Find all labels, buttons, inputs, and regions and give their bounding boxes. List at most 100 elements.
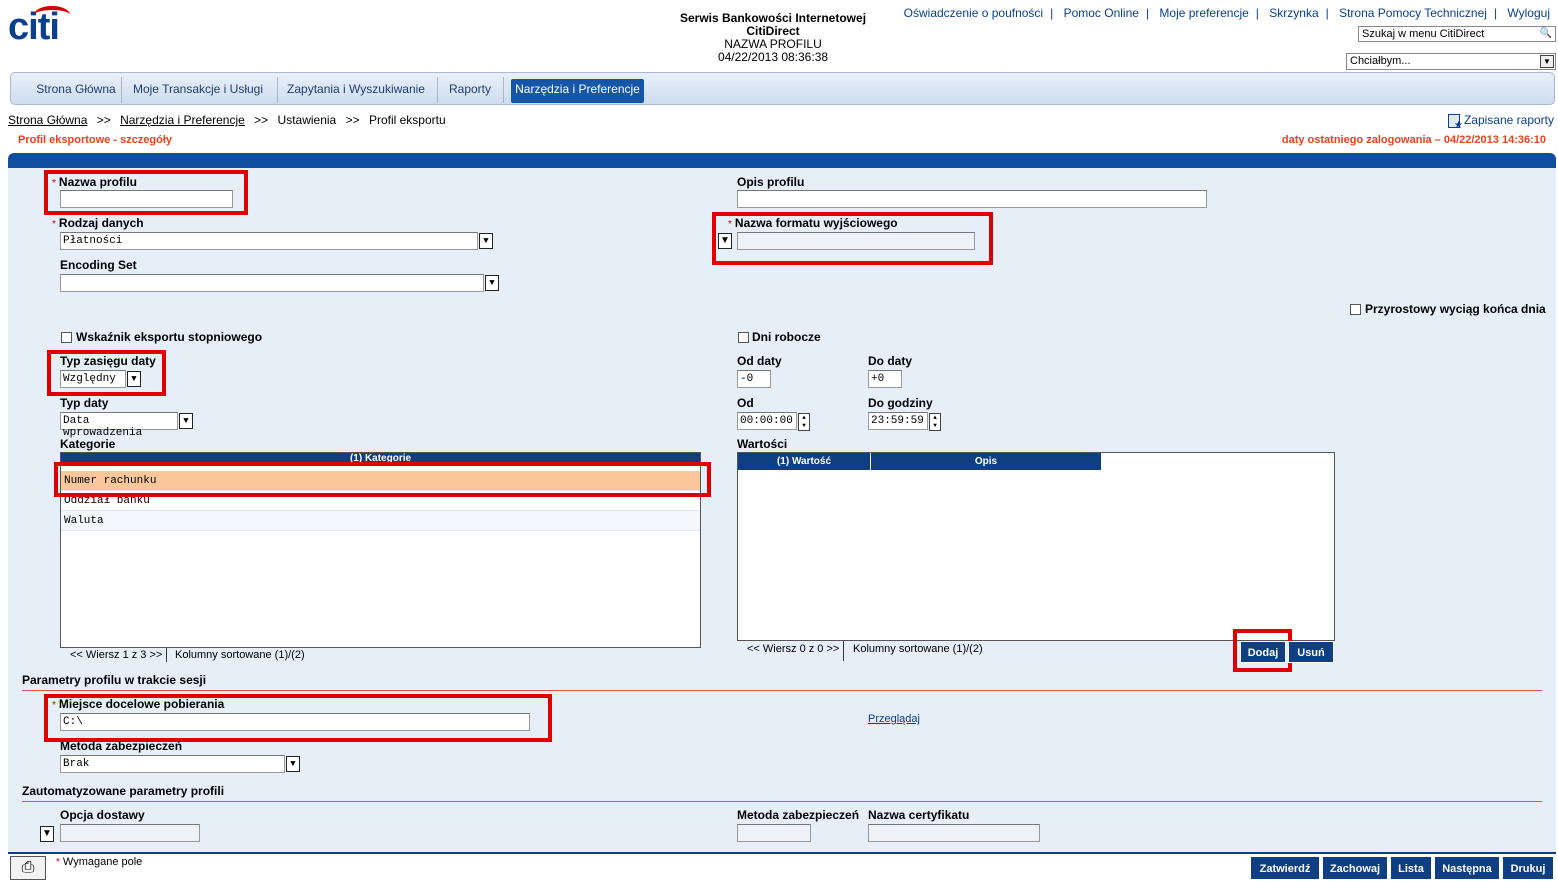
remove-button[interactable]: Usuń xyxy=(1288,641,1334,663)
chevron-down-icon[interactable]: ▼ xyxy=(179,413,193,429)
to-time-label: Do godziny xyxy=(868,396,933,410)
submit-button[interactable]: Zatwierdź xyxy=(1250,856,1320,880)
data-type-label: * Rodzaj danych xyxy=(52,216,144,230)
tab-transactions[interactable]: Moje Transakcje i Usługi xyxy=(125,79,271,103)
categories-pager[interactable]: << Wiersz 1 z 3 >> xyxy=(70,649,162,661)
to-date-input[interactable]: +0 xyxy=(868,370,902,388)
breadcrumb-tools[interactable]: Narzędzia i Preferencje xyxy=(120,113,245,127)
spinner-icon[interactable]: ▲ ▼ xyxy=(929,413,941,431)
want-select[interactable]: Chciałbym... ▼ xyxy=(1346,53,1556,70)
search-icon[interactable]: 🔍 xyxy=(1540,28,1552,39)
profile-desc-label: Opis profilu xyxy=(737,175,805,189)
auto-security-label: Metoda zabezpieczeń xyxy=(737,808,860,822)
destination-label: * Miejsce docelowe pobierania xyxy=(52,697,224,711)
last-login: daty ostatniego zalogowania – 04/22/2013… xyxy=(1281,134,1546,146)
date-range-type-select[interactable]: Względny ▼ xyxy=(60,370,141,388)
link-logout[interactable]: Wyloguj xyxy=(1507,6,1550,20)
values-label: Wartości xyxy=(737,437,788,451)
section-header-bar xyxy=(8,153,1556,168)
saved-reports-link[interactable]: ★ Zapisane raporty xyxy=(1447,113,1554,131)
browse-link[interactable]: Przeglądaj xyxy=(868,713,920,725)
top-links: Oświadczenie o poufności | Pomoc Online | … xyxy=(903,6,1550,20)
values-column-desc[interactable]: Opis xyxy=(871,453,1101,470)
link-help[interactable]: Pomoc Online xyxy=(1064,6,1139,20)
required-mark: * xyxy=(52,178,56,189)
profile-desc-input[interactable] xyxy=(737,190,1207,208)
save-button[interactable]: Zachowaj xyxy=(1322,856,1388,880)
auto-security-input[interactable] xyxy=(737,824,811,842)
chevron-down-icon[interactable]: ▼ xyxy=(479,233,493,249)
encoding-select[interactable]: ▼ xyxy=(60,274,499,292)
date-range-type-label: Typ zasięgu daty xyxy=(60,354,156,368)
incremental-checkbox[interactable] xyxy=(1350,304,1361,315)
print-icon[interactable]: ⎙ xyxy=(10,856,46,880)
values-pager[interactable]: << Wiersz 0 z 0 >> xyxy=(747,643,839,655)
menu-search-input[interactable]: Szukaj w menu CitiDirect 🔍 xyxy=(1358,26,1556,42)
divider xyxy=(22,690,1542,691)
chevron-down-icon[interactable]: ▼ xyxy=(485,275,499,291)
tab-home[interactable]: Strona Główna xyxy=(21,79,131,103)
date-type-select[interactable]: Data wprowadzenia ▼ xyxy=(60,412,193,439)
session-security-select[interactable]: Brak ▼ xyxy=(60,755,300,773)
saved-reports-label: Zapisane raporty xyxy=(1463,113,1554,127)
list-button[interactable]: Lista xyxy=(1390,856,1432,880)
profile-name-label-text: Nazwa profilu xyxy=(58,175,137,189)
link-privacy[interactable]: Oświadczenie o poufności xyxy=(904,6,1043,20)
to-time-input[interactable]: 23:59:59 ▲ ▼ xyxy=(868,412,941,431)
required-mark: * xyxy=(52,219,56,230)
print-button[interactable]: Drukuj xyxy=(1502,856,1554,880)
table-row[interactable]: Waluta xyxy=(61,511,700,531)
spinner-icon[interactable]: ▲ ▼ xyxy=(798,413,810,431)
tab-tools-preferences[interactable]: Narzędzia i Preferencje xyxy=(511,79,644,103)
delivery-label: Opcja dostawy xyxy=(60,808,145,822)
tab-reports[interactable]: Raporty xyxy=(441,79,499,103)
output-format-label-text: Nazwa formatu wyjściowego xyxy=(734,216,898,230)
values-sorted: Kolumny sortowane (1)/(2) xyxy=(853,643,983,655)
values-grid: (1) Wartość Opis xyxy=(737,452,1335,641)
link-tech-support[interactable]: Strona Pomocy Technicznej xyxy=(1339,6,1487,20)
breadcrumb-export-profile: Profil eksportu xyxy=(368,113,446,127)
workdays-checkbox[interactable] xyxy=(738,332,749,343)
required-mark: * xyxy=(728,219,732,230)
categories-sorted: Kolumny sortowane (1)/(2) xyxy=(175,649,305,661)
search-placeholder: Szukaj w menu CitiDirect xyxy=(1362,28,1485,40)
destination-label-text: Miejsce docelowe pobierania xyxy=(58,697,225,711)
stage-export-checkbox[interactable] xyxy=(61,332,72,343)
required-note-text: Wymagane pole xyxy=(62,856,143,868)
chevron-down-icon[interactable]: ▼ xyxy=(1540,55,1554,68)
output-format-label: * Nazwa formatu wyjściowego xyxy=(728,216,898,230)
from-date-input[interactable]: -0 xyxy=(737,370,771,388)
link-inbox[interactable]: Skrzynka xyxy=(1269,6,1318,20)
chevron-down-icon[interactable]: ▼ xyxy=(718,233,732,249)
destination-input[interactable]: C:\ xyxy=(60,713,530,731)
required-mark: * xyxy=(56,857,60,868)
from-time-input[interactable]: 00:00:00 ▲ ▼ xyxy=(737,412,810,431)
output-format-input[interactable] xyxy=(737,232,975,250)
want-select-value: Chciałbym... xyxy=(1350,55,1411,67)
divider xyxy=(22,801,1542,802)
encoding-label: Encoding Set xyxy=(60,258,137,272)
to-time-value: 23:59:59 xyxy=(871,415,924,427)
breadcrumb-home[interactable]: Strona Główna xyxy=(8,113,87,127)
session-params-title: Parametry profilu w trakcie sesji xyxy=(22,673,207,687)
date-type-label: Typ daty xyxy=(60,396,109,410)
date-type-value: Data wprowadzenia xyxy=(63,415,143,439)
chevron-down-icon[interactable]: ▼ xyxy=(286,756,300,772)
chevron-down-icon[interactable]: ▼ xyxy=(40,826,54,842)
breadcrumb-sep: >> xyxy=(254,113,269,127)
link-preferences[interactable]: Moje preferencje xyxy=(1159,6,1248,20)
chevron-down-icon[interactable]: ▼ xyxy=(127,371,141,387)
data-type-select[interactable]: Płatności ▼ xyxy=(60,232,493,250)
values-column-value[interactable]: (1) Wartość xyxy=(738,453,871,470)
tab-queries[interactable]: Zapytania i Wyszukiwanie xyxy=(279,79,433,103)
from-date-label: Od daty xyxy=(737,354,782,368)
required-mark: * xyxy=(52,700,56,711)
date-range-type-value: Względny xyxy=(63,373,116,385)
breadcrumb-sep: >> xyxy=(96,113,111,127)
next-button[interactable]: Następna xyxy=(1434,856,1500,880)
cert-input[interactable] xyxy=(868,824,1040,842)
delivery-input[interactable] xyxy=(60,824,200,842)
profile-name-input[interactable] xyxy=(60,190,233,208)
page-subtitle: Profil eksportowe - szczegóły xyxy=(18,134,173,146)
add-button[interactable]: Dodaj xyxy=(1240,641,1286,663)
